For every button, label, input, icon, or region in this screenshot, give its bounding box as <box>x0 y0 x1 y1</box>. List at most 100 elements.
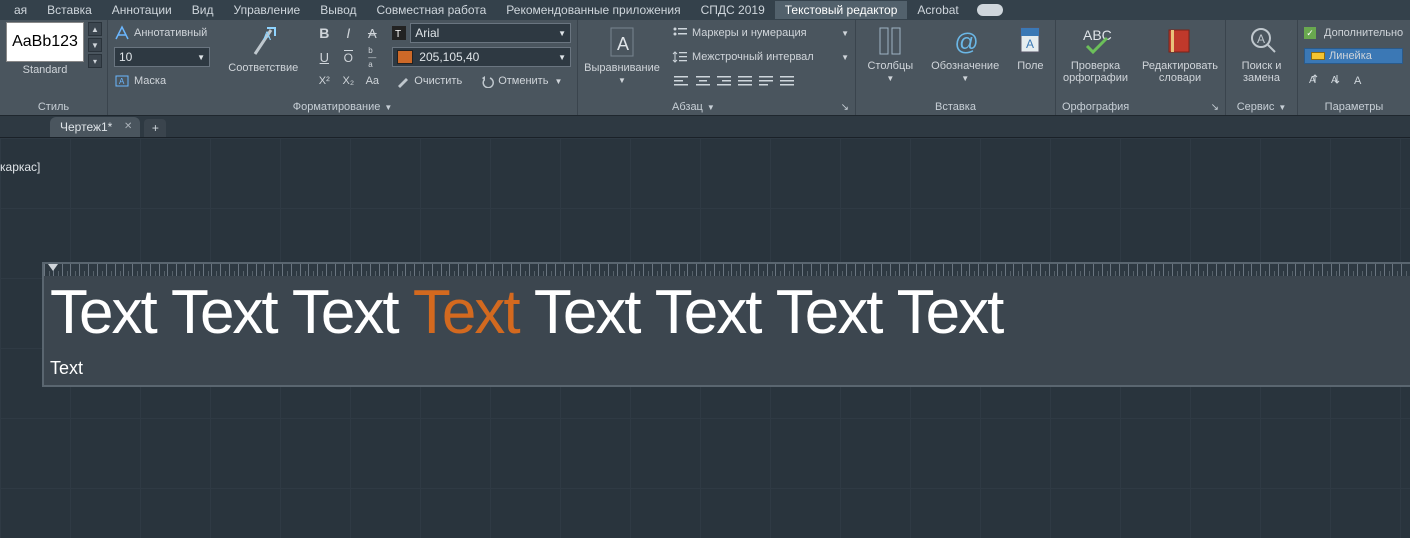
align-center-button[interactable] <box>693 71 713 91</box>
text-content-small[interactable]: Text <box>44 354 1410 385</box>
panel-justify: A Выравнивание▼ <box>578 20 666 115</box>
text-word[interactable]: Text <box>655 278 761 347</box>
text-word[interactable]: Text <box>50 278 156 347</box>
italic-button[interactable]: I <box>338 23 358 43</box>
ribbon: AaBb123 Standard ▲ ▼ ▾ Стиль Аннотативны… <box>0 20 1410 116</box>
bold-button[interactable]: B <box>314 23 334 43</box>
menu-item-9[interactable]: Текстовый редактор <box>775 1 908 19</box>
check-icon: ✓ <box>1304 27 1316 39</box>
change-case-button[interactable]: Aa <box>362 71 382 91</box>
font-combo[interactable]: Arial▼ <box>410 23 571 43</box>
align-left-button[interactable] <box>672 71 692 91</box>
text-style-preview[interactable]: AaBb123 <box>6 22 84 62</box>
option-icon-2[interactable]: A <box>1326 69 1346 89</box>
stack-button[interactable]: b—a <box>362 47 382 67</box>
subscript-button[interactable]: X₂ <box>338 71 358 91</box>
text-word[interactable]: Text <box>292 278 398 347</box>
text-word[interactable]: Text <box>897 278 1003 347</box>
panel-title-paragraph[interactable]: Абзац▼ ↘ <box>672 99 849 115</box>
menu-item-0[interactable]: ая <box>4 1 37 19</box>
option-icon-1[interactable]: A <box>1304 69 1324 89</box>
text-word[interactable]: Text <box>413 278 519 347</box>
annotative-label[interactable]: Аннотативный <box>134 27 207 39</box>
edit-dictionaries-button[interactable]: Редактировать словари <box>1136 22 1224 86</box>
style-scroll-down[interactable]: ▼ <box>88 38 102 52</box>
panel-style: AaBb123 Standard ▲ ▼ ▾ Стиль <box>0 20 108 115</box>
ruler-toggle-button[interactable]: Линейка <box>1304 48 1403 64</box>
mask-icon[interactable]: A <box>114 73 130 89</box>
spell-check-button[interactable]: ABC Проверка орфографии <box>1057 22 1134 86</box>
panel-tools: A Поиск и замена Сервис▼ <box>1226 20 1298 115</box>
new-tab-button[interactable]: + <box>144 119 166 137</box>
menu-item-4[interactable]: Управление <box>223 1 310 19</box>
font-icon: T <box>392 26 406 40</box>
style-scroll-up[interactable]: ▲ <box>88 22 102 36</box>
superscript-button[interactable]: X² <box>314 71 334 91</box>
close-tab-icon[interactable]: ✕ <box>124 121 132 132</box>
panel-title-spelling[interactable]: Орфография ↘ <box>1062 99 1219 115</box>
panel-title-formatting[interactable]: Форматирование▼ <box>114 99 571 115</box>
field-button[interactable]: A Поле <box>1011 22 1049 74</box>
justification-button[interactable]: A Выравнивание▼ <box>578 22 666 87</box>
underline-button[interactable]: U <box>314 47 334 67</box>
match-properties-button[interactable]: A Соответствие <box>222 22 304 76</box>
panel-spelling: ABC Проверка орфографии Редактировать сл… <box>1056 20 1226 115</box>
menu-item-10[interactable]: Acrobat <box>907 1 968 19</box>
layer-label: каркас] <box>0 160 40 174</box>
document-tab-bar: Чертеж1* ✕ + <box>0 116 1410 138</box>
menu-item-6[interactable]: Совместная работа <box>366 1 496 19</box>
text-word[interactable]: Text <box>171 278 277 347</box>
style-gallery-expand[interactable]: ▾ <box>88 54 102 68</box>
find-replace-button[interactable]: A Поиск и замена <box>1232 22 1291 86</box>
strikethrough-button[interactable]: A <box>362 23 382 43</box>
menu-item-7[interactable]: Рекомендованные приложения <box>496 1 690 19</box>
document-tab[interactable]: Чертеж1* ✕ <box>50 117 140 137</box>
svg-text:@: @ <box>954 29 978 56</box>
option-icon-3[interactable]: A <box>1348 69 1368 89</box>
menu-item-1[interactable]: Вставка <box>37 1 102 19</box>
align-right-button[interactable] <box>714 71 734 91</box>
menu-item-2[interactable]: Аннотации <box>102 1 182 19</box>
menu-item-5[interactable]: Вывод <box>310 1 366 19</box>
panel-options: ✓ Дополнительно Линейка A A A Параметры <box>1298 20 1410 115</box>
color-combo[interactable]: 205,105,40▼ <box>392 47 571 67</box>
indent-marker-icon[interactable] <box>48 264 58 271</box>
text-style-name: Standard <box>23 64 68 76</box>
align-distribute-button[interactable] <box>756 71 776 91</box>
bullets-icon <box>672 26 688 40</box>
mask-label[interactable]: Маска <box>134 75 166 87</box>
svg-text:A: A <box>263 29 271 43</box>
overline-button[interactable]: O <box>338 47 358 67</box>
menu-item-8[interactable]: СПДС 2019 <box>691 1 775 19</box>
text-content-line[interactable]: Text Text Text Text Text Text Text Text <box>44 276 1410 354</box>
line-spacing-button[interactable]: Межстрочный интервал▼ <box>672 46 849 68</box>
svg-text:ABC: ABC <box>1083 27 1112 43</box>
panel-formatting: Аннотативный 10▼ A Маска A Соответствие <box>108 20 578 115</box>
columns-button[interactable]: Столбцы▼ <box>861 22 919 85</box>
panel-title-options: Параметры <box>1304 99 1404 115</box>
svg-text:A: A <box>119 77 125 86</box>
more-options-button[interactable]: ✓ Дополнительно <box>1304 22 1403 44</box>
clear-formatting-button[interactable]: Очистить <box>392 71 466 91</box>
mtext-editor-box[interactable]: Text Text Text Text Text Text Text Text … <box>42 262 1410 387</box>
ruler-icon <box>1311 52 1325 60</box>
text-word[interactable]: Text <box>776 278 882 347</box>
undo-button[interactable]: Отменить▼ <box>476 71 566 91</box>
panel-title-insert: Вставка <box>862 99 1049 115</box>
combine-paragraphs-button[interactable] <box>777 71 797 91</box>
svg-text:T: T <box>395 29 401 40</box>
align-justify-button[interactable] <box>735 71 755 91</box>
line-spacing-icon <box>672 50 688 64</box>
panel-title-tools[interactable]: Сервис▼ <box>1232 99 1291 115</box>
symbol-button[interactable]: @ Обозначение▼ <box>925 22 1005 85</box>
text-ruler[interactable] <box>44 264 1410 276</box>
menu-item-3[interactable]: Вид <box>182 1 224 19</box>
text-height-combo[interactable]: 10▼ <box>114 47 210 67</box>
bullets-numbering-button[interactable]: Маркеры и нумерация▼ <box>672 22 849 44</box>
drawing-canvas[interactable]: каркас] Text Text Text Text Text Text Te… <box>0 138 1410 538</box>
text-word[interactable]: Text <box>534 278 640 347</box>
switch-icon[interactable] <box>977 4 1003 16</box>
svg-text:A: A <box>1354 75 1362 86</box>
annotative-icon[interactable] <box>114 25 130 41</box>
panel-paragraph: Маркеры и нумерация▼ Межстрочный интерва… <box>666 20 856 115</box>
